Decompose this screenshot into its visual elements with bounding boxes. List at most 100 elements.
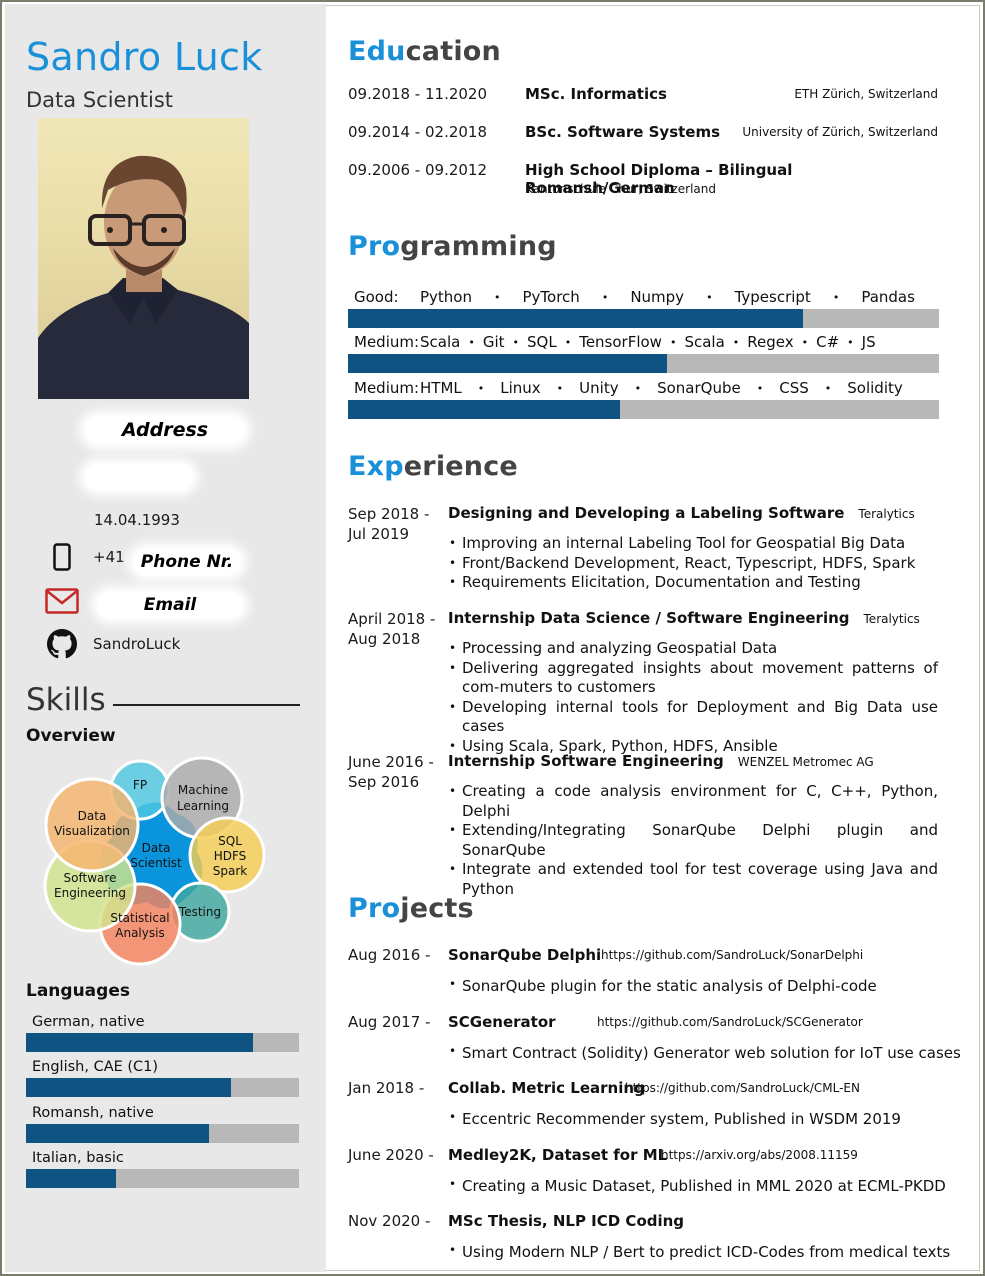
language-level-bar: [26, 1124, 299, 1143]
project-date: Nov 2020 -: [348, 1212, 431, 1230]
programming-skill: Unity: [579, 379, 619, 397]
separator-dot: •: [494, 291, 501, 304]
education-school: Kantonschule Chur, Switzerland: [525, 182, 717, 196]
separator-dot: •: [847, 336, 854, 349]
project-date: June 2020 -: [348, 1146, 434, 1164]
education-institution: ETH Zürich, Switzerland: [794, 87, 938, 101]
language-level-fill: [26, 1078, 231, 1097]
venn-bubble-label: Spark: [213, 864, 248, 878]
venn-bubble-label: HDFS: [214, 849, 247, 863]
contact-github[interactable]: SandroLuck: [45, 629, 180, 659]
separator-dot: •: [801, 336, 809, 349]
programming-skill: Regex: [747, 333, 794, 351]
programming-skills: Good: Python • PyTorch • Numpy • Typescript • Pan…: [348, 287, 939, 309]
separator-dot: •: [732, 336, 740, 349]
programming-skills: Medium: Scala • Git • SQL • TensorFlow • Scala • Re…: [348, 332, 939, 354]
project-link[interactable]: https://arxiv.org/abs/2008.11159: [661, 1148, 858, 1162]
github-username[interactable]: SandroLuck: [93, 635, 180, 653]
experience-bullet: Processing and analyzing Geospatial Data: [448, 639, 938, 659]
language-label: Romansh, native: [32, 1105, 154, 1121]
phone-label: Phone Nr.: [133, 549, 241, 575]
experience-title: Internship Data Science / Software Engin…: [448, 609, 920, 627]
programming-heading: Programming: [348, 231, 557, 262]
venn-bubble-label: Engineering: [54, 886, 126, 900]
experience-bullet: Creating a code analysis environment for…: [448, 782, 938, 821]
venn-bubble-label: Machine: [178, 783, 228, 797]
education-dates: 09.2014 - 02.2018: [348, 123, 488, 141]
programming-skill: Linux: [500, 379, 541, 397]
portrait-illustration: [38, 155, 249, 399]
experience-bullet: Improving an internal Labeling Tool for …: [448, 534, 938, 554]
education-dates: 09.2006 - 09.2012: [348, 161, 488, 179]
venn-bubble-label: Visualization: [54, 824, 130, 838]
project-bullet: Eccentric Recommender system, Published …: [448, 1110, 901, 1128]
experience-bullet: Requirements Elicitation, Documentation …: [448, 573, 938, 593]
programming-skill: PyTorch: [522, 288, 580, 306]
language-item: German, native: [26, 1012, 299, 1052]
venn-bubble-label: Learning: [177, 799, 229, 813]
programming-skill: Pandas: [861, 288, 915, 306]
programming-skill: SonarQube: [657, 379, 741, 397]
programming-level-label: Medium:: [354, 333, 420, 351]
programming-skill: Scala: [420, 333, 461, 351]
separator-dot: •: [824, 382, 832, 395]
project-date: Aug 2016 -: [348, 946, 431, 964]
person-role: Data Scientist: [26, 88, 173, 112]
experience-dates: June 2016 - Sep 2016: [348, 752, 444, 792]
venn-center-label: Data: [142, 841, 171, 855]
language-level-fill: [26, 1124, 209, 1143]
programming-row: Good: Python • PyTorch • Numpy • Typescript • Pan…: [348, 287, 939, 328]
experience-bullets: Processing and analyzing Geospatial Data…: [448, 639, 938, 756]
overview-heading: Overview: [26, 726, 116, 746]
separator-dot: •: [477, 382, 485, 395]
separator-dot: •: [512, 336, 520, 349]
separator-dot: •: [832, 291, 840, 304]
programming-level-bar: [348, 309, 939, 328]
project-title: SCGenerator: [448, 1013, 556, 1031]
projects-heading: Projects: [348, 893, 474, 924]
programming-skill: Git: [482, 333, 505, 351]
separator-dot: •: [634, 382, 642, 395]
project-date: Jan 2018 -: [348, 1079, 425, 1097]
project-link[interactable]: https://github.com/SandroLuck/SCGenerato…: [597, 1015, 863, 1029]
project-title: Collab. Metric Learning: [448, 1079, 645, 1097]
project-bullet: Smart Contract (Solidity) Generator web …: [448, 1044, 961, 1062]
venn-bubble-label: Testing: [178, 905, 221, 919]
separator-dot: •: [756, 382, 764, 395]
language-level-fill: [26, 1169, 117, 1188]
programming-skill: CSS: [779, 379, 809, 397]
programming-skill: TensorFlow: [579, 333, 662, 351]
programming-skill: Typescript: [734, 288, 811, 306]
programming-skill: Python: [420, 288, 472, 306]
education-institution: University of Zürich, Switzerland: [742, 125, 938, 139]
language-level-bar: [26, 1033, 299, 1052]
experience-bullet: Developing internal tools for Deployment…: [448, 698, 938, 737]
experience-date-end: Sep 2016: [348, 773, 420, 791]
language-item: Romansh, native: [26, 1103, 299, 1143]
programming-level-label: Medium:: [354, 379, 420, 397]
project-title: SonarQube Delphi: [448, 946, 602, 964]
experience-company: WENZEL Metromec AG: [737, 755, 874, 769]
project-link[interactable]: https://github.com/SandroLuck/SonarDelph…: [601, 948, 863, 962]
experience-bullet: Integrate and extended tool for test cov…: [448, 860, 938, 899]
separator-dot: •: [706, 291, 713, 304]
venn-bubble-label: Data: [78, 809, 107, 823]
language-level-bar: [26, 1078, 299, 1097]
programming-level-label: Good:: [354, 288, 399, 306]
education-heading: Education: [348, 36, 501, 67]
skills-heading: Skills: [26, 682, 106, 718]
language-label: German, native: [32, 1014, 145, 1030]
experience-date-end: Jul 2019: [348, 525, 410, 543]
project-link[interactable]: https://github.com/SandroLuck/CML-EN: [625, 1081, 860, 1095]
language-label: Italian, basic: [32, 1150, 124, 1166]
separator-dot: •: [556, 382, 564, 395]
project-bullet: Using Modern NLP / Bert to predict ICD-C…: [448, 1243, 950, 1261]
project-title: MSc Thesis, NLP ICD Coding: [448, 1212, 685, 1230]
github-icon: [45, 629, 79, 659]
language-level-bar: [26, 1169, 299, 1188]
birthdate: 14.04.1993: [94, 511, 180, 529]
programming-skill: Numpy: [630, 288, 685, 306]
venn-bubble-label: Statistical: [110, 911, 169, 925]
email-label: Email: [97, 592, 243, 618]
programming-level-fill: [348, 400, 620, 419]
